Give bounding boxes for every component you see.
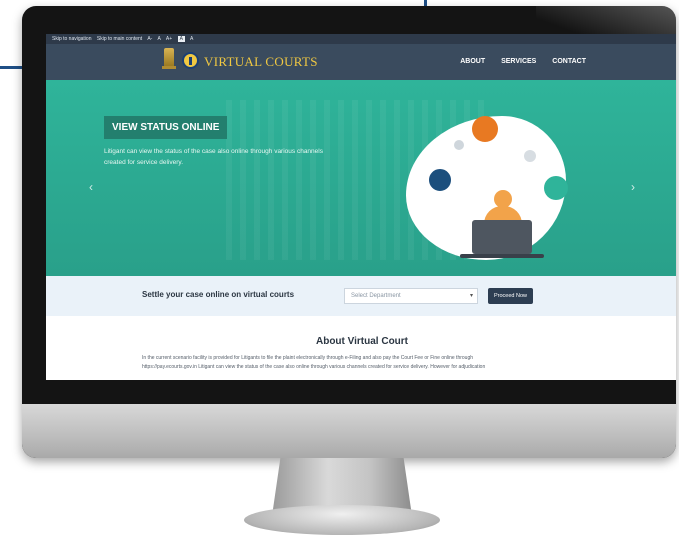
header-navbar: VIRTUAL COURTS ABOUT SERVICES CONTACT — [46, 44, 676, 80]
rupee-icon — [544, 176, 568, 200]
laptop-illustration — [472, 220, 532, 254]
department-select-value: Select Department — [351, 293, 401, 299]
contrast-light-button[interactable]: A — [177, 36, 185, 42]
monitor-chin — [22, 404, 676, 458]
gear-icon — [454, 140, 464, 150]
accessibility-bar: Skip to navigation Skip to main content … — [46, 34, 676, 44]
about-text: In the current scenario facility is prov… — [142, 354, 582, 372]
laptop-base-illustration — [460, 254, 544, 258]
hero-description: Litigant can view the status of the case… — [104, 148, 323, 166]
font-decrease-button[interactable]: A- — [147, 36, 152, 42]
monitor-stand-base — [244, 505, 440, 535]
about-title: About Virtual Court — [315, 336, 409, 347]
department-select[interactable]: Select Department ▾ — [344, 288, 478, 304]
clock-icon — [426, 166, 454, 194]
nav-about[interactable]: ABOUT — [460, 58, 485, 65]
settle-case-label: Settle your case online on virtual court… — [142, 290, 295, 299]
carousel-prev-icon[interactable]: ‹ — [89, 180, 93, 194]
carousel-next-icon[interactable]: › — [631, 180, 635, 194]
nav-contact[interactable]: CONTACT — [552, 58, 586, 65]
about-section: About Virtual Court In the current scena… — [46, 316, 676, 380]
nav-services[interactable]: SERVICES — [501, 58, 536, 65]
proceed-now-button[interactable]: Proceed Now — [488, 288, 533, 304]
screen: Skip to navigation Skip to main content … — [46, 34, 676, 380]
hero-title: VIEW STATUS ONLINE — [104, 116, 228, 139]
font-normal-button[interactable]: A — [157, 36, 160, 42]
site-logo-text[interactable]: VIRTUAL COURTS — [204, 54, 318, 70]
monitor-frame: Skip to navigation Skip to main content … — [22, 6, 676, 458]
settle-case-section: Settle your case online on virtual court… — [46, 276, 676, 316]
virtual-courts-logo-icon[interactable] — [182, 52, 199, 69]
chevron-down-icon: ▾ — [469, 293, 473, 299]
contrast-dark-button[interactable]: A — [190, 36, 193, 42]
about-text-line-1: In the current scenario facility is prov… — [142, 355, 474, 361]
hero-carousel: VIEW STATUS ONLINE Litigant can view the… — [46, 80, 676, 276]
emblem-base — [162, 66, 176, 69]
national-emblem-icon — [164, 48, 174, 66]
main-nav: ABOUT SERVICES CONTACT — [446, 58, 586, 65]
bank-icon — [472, 116, 498, 142]
skip-content-link[interactable]: Skip to main content — [97, 36, 142, 42]
font-increase-button[interactable]: A+ — [166, 36, 172, 42]
about-text-line-2: https://pay.ecourts.gov.in Litigant can … — [142, 364, 486, 370]
carousel-indicators — [330, 266, 369, 276]
skip-navigation-link[interactable]: Skip to navigation — [52, 36, 91, 42]
mobile-icon — [524, 150, 536, 162]
